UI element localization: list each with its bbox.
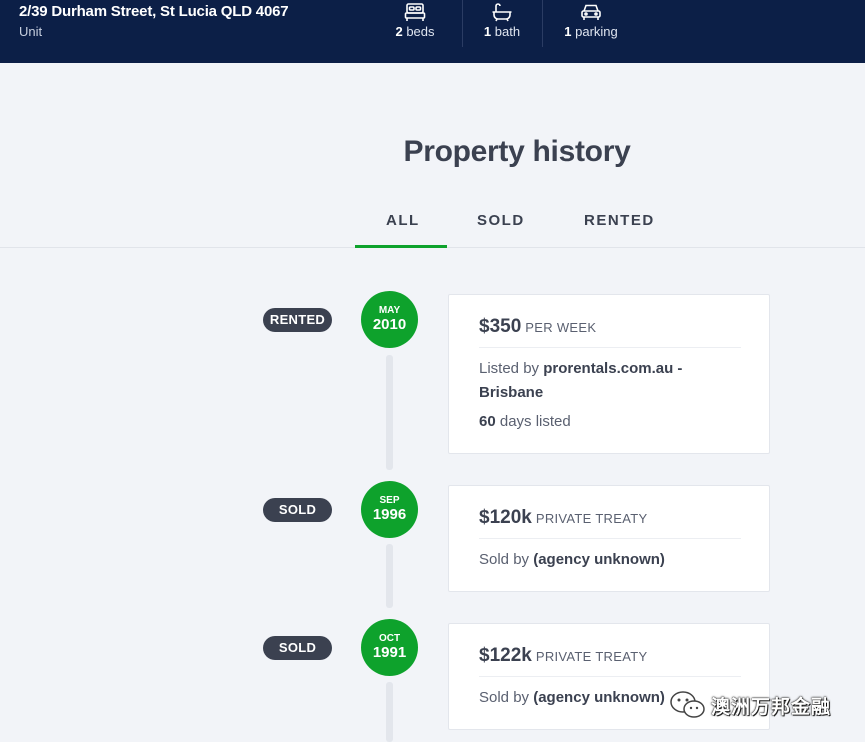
tab-sold[interactable]: SOLD [477, 212, 525, 229]
days-listed: 60 days listed [479, 410, 571, 434]
property-type: Unit [19, 24, 43, 39]
event-date-marker: SEP 1996 [361, 481, 418, 538]
price-value: $350 [479, 316, 522, 337]
event-year: 1996 [372, 506, 407, 523]
sold-by: Sold by (agency unknown) [479, 686, 665, 710]
agent-prefix: Sold by [479, 551, 530, 568]
timeline-segment [386, 355, 393, 470]
event-date-marker: MAY 2010 [361, 291, 418, 348]
timeline-segment [386, 544, 393, 608]
event-price: $350 PER WEEK [479, 316, 596, 338]
bath-count: 1 [483, 24, 492, 39]
page-title: Property history [403, 135, 631, 168]
beds-feature: 2 beds [376, 0, 454, 50]
days-label: days listed [499, 413, 571, 430]
agent-prefix: Sold by [479, 689, 530, 706]
card-divider [479, 347, 741, 348]
bath-label: bath [494, 24, 521, 39]
property-header-bar: 2/39 Durham Street, St Lucia QLD 4067 Un… [0, 0, 865, 63]
event-month: MAY [378, 305, 401, 316]
price-value: $120k [479, 507, 532, 528]
price-value: $122k [479, 645, 532, 666]
sold-by: Sold by (agency unknown) [479, 548, 665, 572]
agent-name: (agency unknown) [533, 689, 665, 706]
price-type: PRIVATE TREATY [535, 649, 648, 664]
agent-name-line2: Brisbane [479, 384, 544, 401]
price-type: PER WEEK [525, 320, 597, 335]
listed-by: Listed by prorentals.com.au - Brisbane [479, 357, 682, 405]
history-event-card: $350 PER WEEK Listed by prorentals.com.au… [448, 294, 770, 454]
event-month: SEP [379, 495, 400, 506]
event-type-badge: RENTED [263, 308, 332, 332]
car-icon [581, 4, 601, 20]
watermark-text: 澳洲万邦金融 [711, 697, 832, 718]
tab-all[interactable]: ALL [386, 212, 420, 229]
event-year: 1991 [372, 644, 407, 661]
parking-feature: 1 parking [552, 0, 630, 50]
watermark: 澳洲万邦金融 [669, 684, 849, 726]
event-price: $122k PRIVATE TREATY [479, 645, 647, 667]
event-date-marker: OCT 1991 [361, 619, 418, 676]
bath-feature: 1 bath [463, 0, 541, 50]
agent-name: prorentals.com.au - [543, 360, 683, 377]
event-year: 2010 [372, 316, 407, 333]
bath-icon [492, 3, 512, 22]
timeline-segment [386, 682, 393, 742]
event-type-badge: SOLD [263, 498, 332, 522]
tab-rented[interactable]: RENTED [584, 212, 655, 229]
property-address: 2/39 Durham Street, St Lucia QLD 4067 [19, 3, 289, 20]
bed-icon [404, 3, 426, 21]
parking-count: 1 [564, 24, 572, 39]
days-count: 60 [479, 413, 496, 430]
event-month: OCT [378, 633, 401, 644]
history-event-card: $120k PRIVATE TREATY Sold by (agency unkn… [448, 485, 770, 592]
feature-divider [542, 0, 543, 47]
wechat-icon [670, 691, 705, 718]
active-tab-indicator [355, 245, 447, 248]
card-divider [479, 676, 741, 677]
agent-prefix: Listed by [479, 360, 540, 377]
event-price: $120k PRIVATE TREATY [479, 507, 647, 529]
price-type: PRIVATE TREATY [535, 511, 648, 526]
event-type-badge: SOLD [263, 636, 332, 660]
parking-label: parking [575, 24, 618, 39]
beds-count: 2 [395, 24, 403, 39]
agent-name: (agency unknown) [533, 551, 665, 568]
beds-label: beds [406, 24, 435, 39]
card-divider [479, 538, 741, 539]
